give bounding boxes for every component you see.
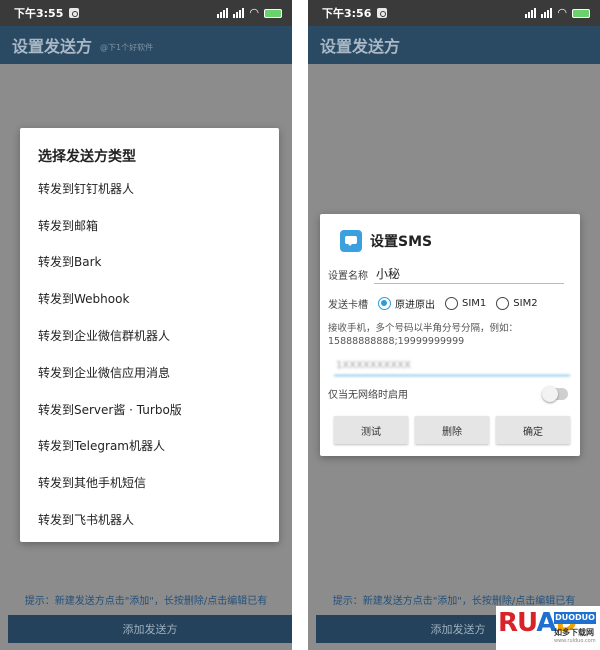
page-title: 设置发送方 [12, 37, 93, 56]
toggle-label: 仅当无网络时启用 [328, 390, 408, 401]
sender-type-dialog: 选择发送方类型 转发到钉钉机器人 转发到邮箱 转发到Bark 转发到Webhoo… [20, 128, 279, 542]
signal-icon [525, 8, 537, 18]
sender-type-wecom-app[interactable]: 转发到企业微信应用消息 [20, 354, 279, 391]
sender-type-webhook[interactable]: 转发到Webhook [20, 280, 279, 317]
hint-text: 提示：新建发送方点击"添加"，长按删除/点击编辑已有 [24, 596, 268, 607]
signal-icon-2 [541, 8, 553, 18]
dialog-title: 设置SMS [370, 234, 433, 250]
site-logo: RUAD DUODUO 如多下载网 www.rulduo.com [496, 606, 600, 650]
status-bar: 下午3:56 ◠ [308, 0, 600, 26]
status-time: 下午3:55 [14, 7, 64, 20]
sender-type-wecom-group-bot[interactable]: 转发到企业微信群机器人 [20, 317, 279, 354]
logo-chinese: 如多下载网 [554, 628, 594, 637]
sim-option-label: SIM2 [513, 298, 538, 309]
sender-type-feishu[interactable]: 转发到飞书机器人 [20, 501, 279, 538]
sim-option-original[interactable]: 原进原出 [378, 296, 435, 311]
sim-option-label: 原进原出 [395, 300, 435, 311]
battery-icon [264, 8, 282, 18]
sim-option-sim2[interactable]: SIM2 [496, 297, 538, 310]
sender-type-sms[interactable]: 转发到其他手机短信 [20, 464, 279, 501]
right-screen: 下午3:56 ◠ 设置发送方 设置SMS 设置名称 发送卡槽 原进原出 [308, 0, 600, 650]
wifi-icon: ◠ [557, 6, 567, 19]
sender-type-dingtalk[interactable]: 转发到钉钉机器人 [20, 170, 279, 207]
notification-icon [69, 8, 80, 18]
add-sender-button[interactable]: 添加发送方 [8, 615, 292, 643]
offline-only-switch[interactable] [542, 385, 568, 402]
delete-button[interactable]: 删除 [415, 416, 489, 444]
message-icon [340, 230, 362, 252]
sender-type-email[interactable]: 转发到邮箱 [20, 207, 279, 244]
switch-knob [542, 385, 558, 402]
app-bar: 设置发送方 @下1个好软件 [0, 26, 292, 64]
confirm-button[interactable]: 确定 [496, 416, 570, 444]
radio-unchecked-icon [496, 297, 510, 310]
name-row: 设置名称 [328, 264, 564, 284]
radio-checked-icon [378, 297, 391, 310]
battery-icon [572, 8, 590, 18]
receive-hint: 接收手机，多个号码以半角分号分隔，例如：15888888888;19999999… [328, 323, 519, 347]
dialog-title: 选择发送方类型 [38, 149, 136, 165]
test-button[interactable]: 测试 [334, 416, 408, 444]
signal-icon-2 [233, 8, 245, 18]
phone-numbers-input[interactable] [334, 356, 570, 376]
status-bar: 下午3:55 ◠ [0, 0, 292, 26]
logo-url: www.rulduo.com [554, 638, 596, 644]
page-title: 设置发送方 [320, 37, 401, 56]
signal-icon [217, 8, 229, 18]
sim-label: 发送卡槽 [328, 300, 368, 311]
app-bar: 设置发送方 [308, 26, 600, 64]
sim-option-sim1[interactable]: SIM1 [445, 297, 486, 310]
status-time: 下午3:56 [322, 7, 372, 20]
sender-type-telegram[interactable]: 转发到Telegram机器人 [20, 428, 279, 465]
sms-settings-dialog: 设置SMS 设置名称 发送卡槽 原进原出 SIM1 SIM2 接收手机，多个号码… [320, 214, 580, 456]
watermark-text: @下1个好软件 [100, 42, 154, 52]
radio-unchecked-icon [445, 297, 458, 310]
dialog-header: 设置SMS [340, 230, 432, 252]
sender-type-list: 转发到钉钉机器人 转发到邮箱 转发到Bark 转发到Webhook 转发到企业微… [20, 170, 279, 538]
sender-type-bark[interactable]: 转发到Bark [20, 244, 279, 281]
left-screen: 下午3:55 ◠ 设置发送方 @下1个好软件 选择发送方类型 转发到钉钉机器人 … [0, 0, 292, 650]
wifi-icon: ◠ [249, 6, 259, 19]
sim-option-label: SIM1 [462, 298, 487, 309]
logo-tag: DUODUO [554, 612, 596, 624]
dialog-buttons: 测试 删除 确定 [334, 416, 570, 444]
hint-text: 提示：新建发送方点击"添加"，长按删除/点击编辑已有 [332, 596, 576, 607]
offline-only-row: 仅当无网络时启用 [328, 385, 572, 402]
sim-row: 发送卡槽 原进原出 SIM1 SIM2 [328, 296, 538, 311]
name-input[interactable] [374, 264, 564, 284]
notification-icon [377, 8, 388, 18]
sender-type-serverchan[interactable]: 转发到Server酱 · Turbo版 [20, 391, 279, 428]
name-label: 设置名称 [328, 270, 368, 282]
